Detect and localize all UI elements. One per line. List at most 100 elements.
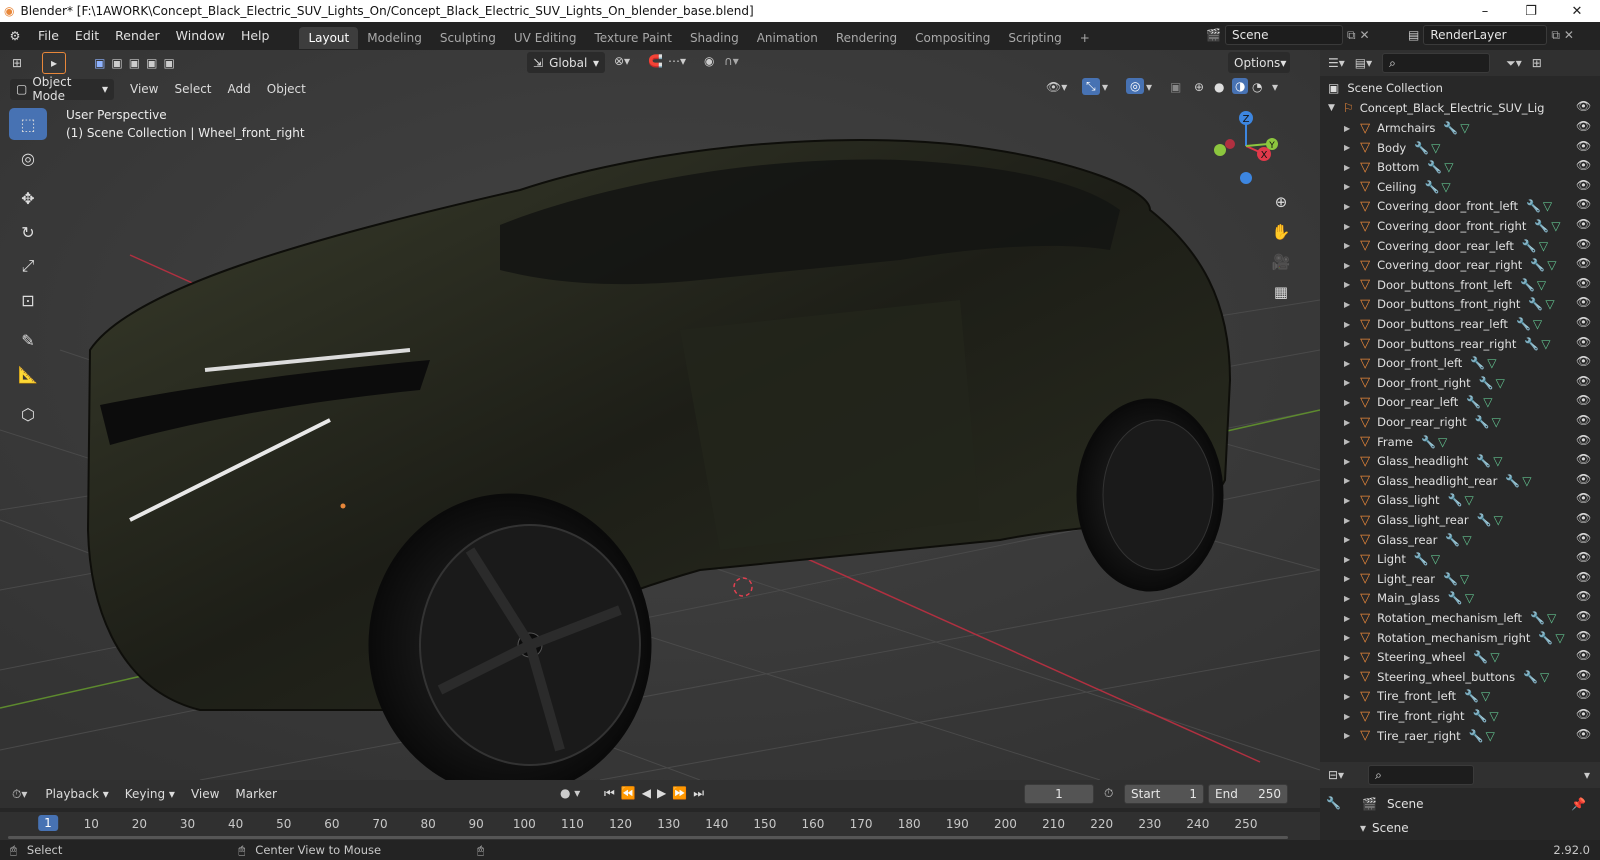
tab-animation[interactable]: Animation — [748, 27, 827, 49]
chevron-down-icon[interactable]: ▼ — [1328, 103, 1335, 113]
add-workspace-button[interactable]: + — [1071, 27, 1099, 49]
outliner-item[interactable]: ▶ ▽ Door_front_right 🔧 ▽ 👁 — [1320, 373, 1600, 393]
editor-type-icon[interactable]: ⊞ — [12, 56, 22, 70]
chevron-right-icon[interactable]: ▶ — [1344, 222, 1350, 231]
measure-tool[interactable]: 📐 — [9, 358, 47, 390]
visibility-eye-icon[interactable]: 👁 — [1576, 139, 1591, 153]
properties-search-input[interactable]: ⌕ — [1368, 765, 1475, 785]
move-tool[interactable]: ✥ — [9, 182, 47, 214]
chevron-right-icon[interactable]: ▶ — [1344, 398, 1350, 407]
next-key-icon[interactable]: ⏩ — [672, 786, 693, 800]
select-invert-icon[interactable]: ▣ — [146, 56, 157, 70]
outliner-item[interactable]: ▶ ▽ Frame 🔧 ▽ 👁 — [1320, 432, 1600, 452]
visibility-eye-icon[interactable]: 👁 — [1576, 276, 1591, 290]
visibility-eye-icon[interactable]: 👁 — [1576, 727, 1591, 741]
timeline-scrollbar[interactable] — [8, 836, 1288, 839]
outliner-item[interactable]: ▶ ▽ Tire_raer_right 🔧 ▽ 👁 — [1320, 726, 1600, 746]
visibility-eye-icon[interactable]: 👁 — [1576, 178, 1591, 192]
chevron-right-icon[interactable]: ▶ — [1344, 496, 1350, 505]
scene-icon[interactable]: 🎬 — [1206, 28, 1221, 42]
outliner-item[interactable]: ▶ ▽ Door_buttons_rear_left 🔧 ▽ 👁 — [1320, 314, 1600, 334]
xray-icon[interactable]: ▣ — [1170, 80, 1181, 94]
tab-scripting[interactable]: Scripting — [999, 27, 1070, 49]
zoom-icon[interactable]: ⊕ — [1266, 187, 1296, 217]
chevron-right-icon[interactable]: ▶ — [1344, 633, 1350, 642]
visibility-eye-icon[interactable]: 👁 — [1576, 570, 1591, 584]
play-icon[interactable]: ▶ — [657, 786, 672, 800]
select-extend-icon[interactable]: ▣ — [111, 56, 122, 70]
visibility-eye-icon[interactable]: 👁 — [1576, 413, 1591, 427]
pin-icon[interactable]: 📌 — [1571, 797, 1586, 811]
outliner-item[interactable]: ▶ ▽ Glass_rear 🔧 ▽ 👁 — [1320, 530, 1600, 550]
chevron-right-icon[interactable]: ▶ — [1344, 261, 1350, 270]
visibility-eye-icon[interactable]: 👁 — [1576, 707, 1591, 721]
tab-compositing[interactable]: Compositing — [906, 27, 999, 49]
menu-marker[interactable]: Marker — [227, 783, 284, 805]
menu-render[interactable]: Render — [107, 22, 168, 50]
visibility-eye-icon[interactable]: 👁 — [1576, 589, 1591, 603]
menu-help[interactable]: Help — [233, 22, 278, 50]
filter-icon[interactable]: ⏷▾ — [1506, 56, 1522, 71]
outliner-item[interactable]: ▶ ▽ Tire_front_right 🔧 ▽ 👁 — [1320, 706, 1600, 726]
select-intersect-icon[interactable]: ▣ — [163, 56, 174, 70]
outliner-item[interactable]: ▶ ▽ Steering_wheel 🔧 ▽ 👁 — [1320, 647, 1600, 667]
visibility-eye-icon[interactable]: 👁 — [1576, 491, 1591, 505]
remove-scene-icon[interactable]: ✕ — [1360, 28, 1370, 42]
camera-view-icon[interactable]: 🎥 — [1266, 247, 1296, 277]
start-frame-field[interactable]: Start 1 — [1124, 784, 1204, 804]
chevron-right-icon[interactable]: ▶ — [1344, 476, 1350, 485]
visibility-eye-icon[interactable]: 👁 — [1576, 629, 1591, 643]
menu-file[interactable]: File — [30, 22, 67, 50]
chevron-right-icon[interactable]: ▶ — [1344, 163, 1350, 172]
ortho-grid-icon[interactable]: ▦ — [1266, 277, 1296, 307]
outliner-item[interactable]: ▶ ▽ Body 🔧 ▽ 👁 — [1320, 138, 1600, 158]
visibility-eye-icon[interactable]: 👁 — [1576, 393, 1591, 407]
transform-orientation-dropdown[interactable]: ⇲ Global ▾ — [527, 52, 605, 73]
chevron-right-icon[interactable]: ▶ — [1344, 300, 1350, 309]
outliner-item[interactable]: ▶ ▽ Covering_door_rear_left 🔧 ▽ 👁 — [1320, 236, 1600, 256]
outliner-search-input[interactable]: ⌕ — [1382, 53, 1491, 73]
outliner-item[interactable]: ▶ ▽ Glass_headlight_rear 🔧 ▽ 👁 — [1320, 471, 1600, 491]
chevron-right-icon[interactable]: ▶ — [1344, 516, 1350, 525]
visibility-eye-icon[interactable]: 👁 — [1576, 315, 1591, 329]
outliner-item[interactable]: ▶ ▽ Covering_door_front_left 🔧 ▽ 👁 — [1320, 196, 1600, 216]
chevron-right-icon[interactable]: ▶ — [1344, 124, 1350, 133]
solid-shading-icon[interactable]: ● — [1214, 80, 1224, 94]
properties-editor-icon[interactable]: ⊟▾ — [1328, 768, 1344, 782]
visibility-eye-icon[interactable]: 👁 — [1576, 217, 1591, 231]
scale-tool[interactable]: ⤢ — [9, 250, 47, 282]
chevron-right-icon[interactable]: ▶ — [1344, 339, 1350, 348]
proportional-edit-icon[interactable]: ◉ — [704, 54, 714, 68]
cursor-tool[interactable]: ◎ — [9, 142, 47, 174]
tab-sculpting[interactable]: Sculpting — [431, 27, 505, 49]
select-box-tool[interactable]: ⬚ — [9, 108, 47, 140]
menu-playback[interactable]: Playback ▾ — [37, 783, 116, 805]
outliner-item[interactable]: ▶ ▽ Main_glass 🔧 ▽ 👁 — [1320, 588, 1600, 608]
visibility-eye-icon[interactable]: 👁 — [1576, 119, 1591, 133]
visibility-eye-icon[interactable]: 👁 — [1576, 550, 1591, 564]
chevron-right-icon[interactable]: ▶ — [1344, 712, 1350, 721]
outliner-item[interactable]: ▶ ▽ Door_buttons_rear_right 🔧 ▽ 👁 — [1320, 334, 1600, 354]
tab-uv-editing[interactable]: UV Editing — [505, 27, 586, 49]
visibility-eye-icon[interactable]: 👁 — [1576, 531, 1591, 545]
menu-timeline-view[interactable]: View — [183, 783, 227, 805]
tab-texture-paint[interactable]: Texture Paint — [586, 27, 681, 49]
visibility-eye-icon[interactable]: 👁 — [1576, 511, 1591, 525]
visibility-eye-icon[interactable]: 👁 — [1576, 237, 1591, 251]
menu-select[interactable]: Select — [166, 78, 219, 100]
select-mode-icon[interactable]: ▸ — [42, 52, 67, 74]
wireframe-shading-icon[interactable]: ⊕ — [1194, 80, 1204, 94]
chevron-right-icon[interactable]: ▶ — [1344, 457, 1350, 466]
outliner-item[interactable]: ▶ ▽ Tire_front_left 🔧 ▽ 👁 — [1320, 686, 1600, 706]
visibility-eye-icon[interactable]: 👁 — [1576, 668, 1591, 682]
chevron-right-icon[interactable]: ▶ — [1344, 241, 1350, 250]
chevron-right-icon[interactable]: ▶ — [1344, 378, 1350, 387]
chevron-right-icon[interactable]: ▶ — [1344, 555, 1350, 564]
outliner-collection[interactable]: ▼ ⚐ Concept_Black_Electric_SUV_Lig 👁 — [1320, 98, 1600, 118]
new-scene-icon[interactable]: ⧉ — [1347, 28, 1356, 43]
tab-modeling[interactable]: Modeling — [358, 27, 431, 49]
outliner-item[interactable]: ▶ ▽ Covering_door_rear_right 🔧 ▽ 👁 — [1320, 255, 1600, 275]
options-dropdown[interactable]: Options ▾ — [1228, 52, 1290, 73]
chevron-right-icon[interactable]: ▶ — [1344, 614, 1350, 623]
new-collection-icon[interactable]: ⊞ — [1532, 56, 1542, 70]
